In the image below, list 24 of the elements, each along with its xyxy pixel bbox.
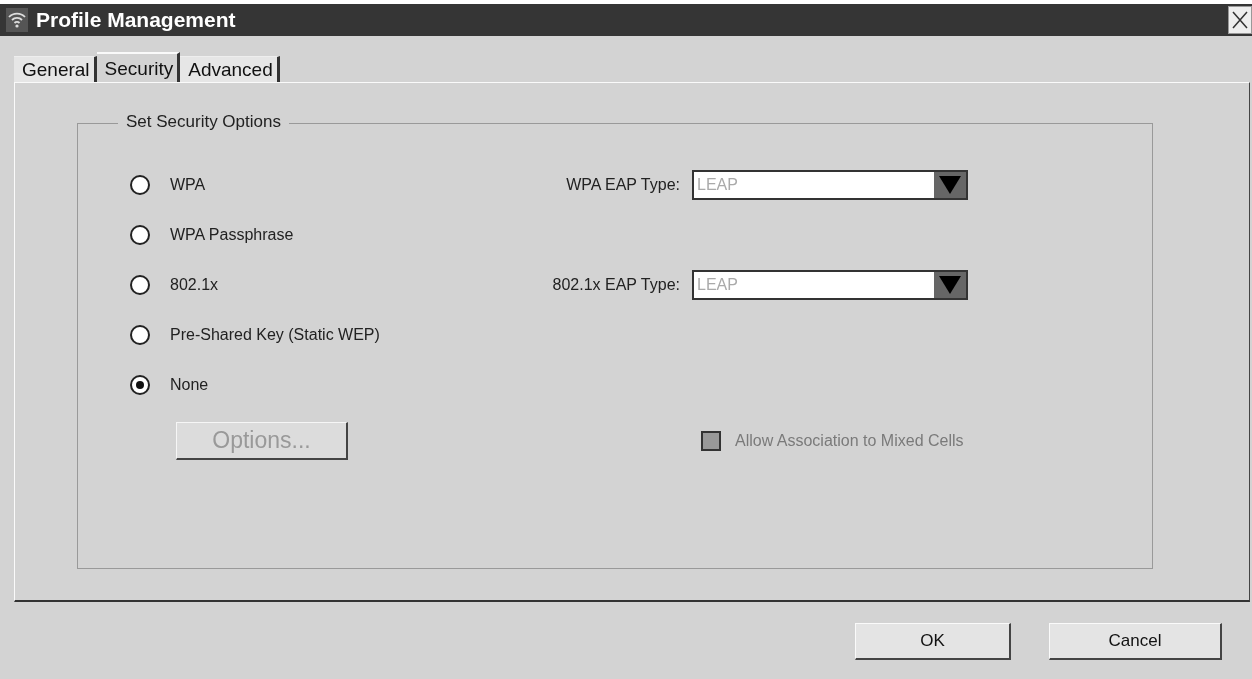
caret-icon [939,276,961,294]
radio-label: WPA [170,176,206,194]
field-label: 802.1x EAP Type: [551,276,680,294]
wifi-icon [6,8,28,32]
radio-button[interactable] [130,225,150,245]
radio-label: None [170,376,209,394]
radio-button[interactable] [130,375,150,395]
radio-button[interactable] [130,325,150,345]
tab[interactable]: Advanced [180,56,280,82]
group-title: Set Security Options [118,112,289,132]
radio-label: 802.1x [170,276,219,294]
tab[interactable]: General [14,56,97,82]
radio-label: WPA Passphrase [170,226,294,244]
dialog-button[interactable]: Cancel [1049,623,1222,660]
tab[interactable]: Security [96,52,181,82]
field-label: WPA EAP Type: [565,176,680,194]
close-button[interactable] [1228,6,1252,34]
caret-icon [939,176,961,194]
radio-button[interactable] [130,175,150,195]
checkbox-label: Allow Association to Mixed Cells [735,432,964,450]
dialog-button[interactable]: OK [855,623,1011,660]
window-title: Profile Management [36,8,237,32]
radio-button[interactable] [130,275,150,295]
radio-label: Pre-Shared Key (Static WEP) [170,326,380,344]
